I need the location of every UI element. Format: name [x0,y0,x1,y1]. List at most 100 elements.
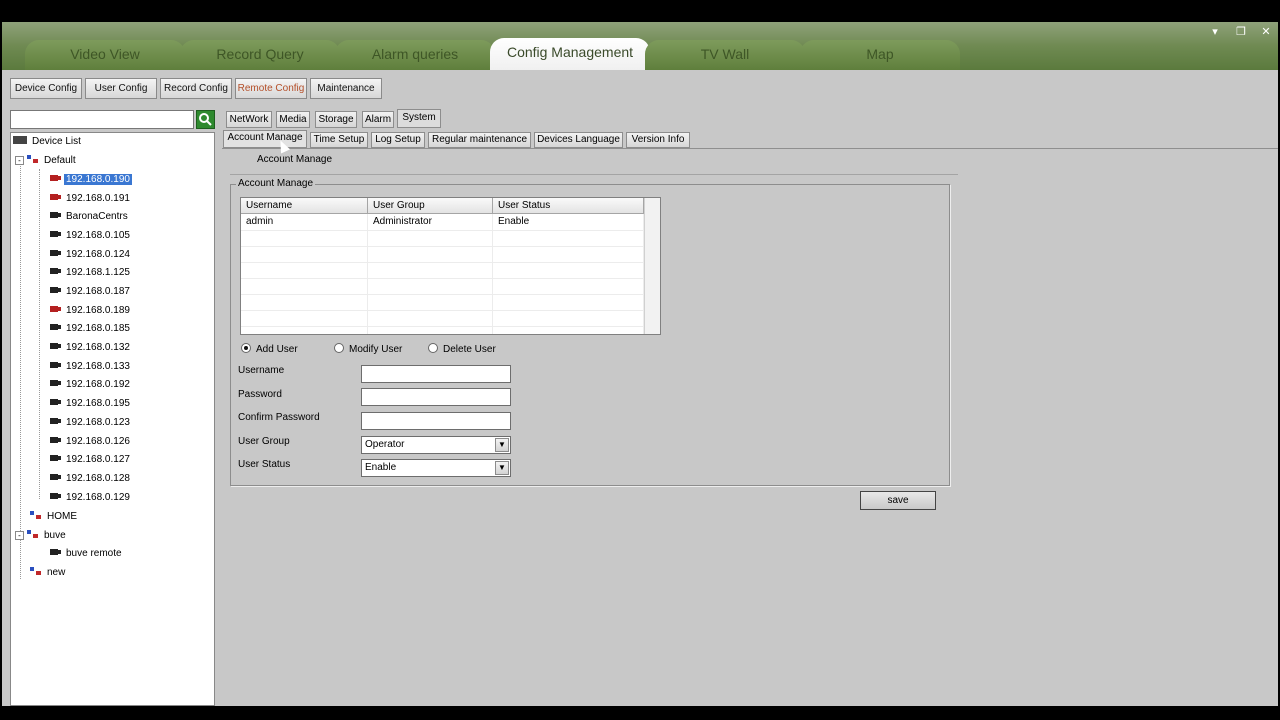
tab-storage[interactable]: Storage [315,111,357,128]
tab-network[interactable]: NetWork [226,111,272,128]
camera-icon [49,341,61,351]
tab-tv-wall[interactable]: TV Wall [645,40,805,70]
password-field[interactable] [361,388,511,406]
radio-icon[interactable] [428,343,438,353]
tree-device[interactable]: 192.168.0.185 [49,320,132,338]
camera-icon [49,435,61,445]
tab-version-info[interactable]: Version Info [626,132,690,148]
tree-device[interactable]: 192.168.0.128 [49,470,132,488]
row-divider [241,326,660,327]
user-config-button[interactable]: User Config [85,78,157,99]
tree-device[interactable]: 192.168.0.192 [49,376,132,394]
modify-user-radio[interactable]: Modify User [334,343,402,355]
tree-device[interactable]: BaronaCentrs [49,208,130,226]
row-divider [241,246,660,247]
tree-device[interactable]: 192.168.0.190 [49,171,132,189]
user-status-select[interactable]: Enable ▼ [361,459,511,477]
column-header-username[interactable]: Username [241,198,368,214]
camera-icon [49,266,61,276]
tree-device[interactable]: 192.168.0.105 [49,227,132,245]
confirm-password-field[interactable] [361,412,511,430]
tree-device[interactable]: 192.168.0.187 [49,283,132,301]
tree-device[interactable]: 192.168.0.123 [49,414,132,432]
menu-icon[interactable]: ▾ [1206,24,1224,40]
delete-user-radio[interactable]: Delete User [428,343,496,355]
search-icon [199,113,212,126]
top-border [0,0,1280,22]
tree-device[interactable]: 192.168.0.195 [49,395,132,413]
collapse-icon[interactable]: - [15,531,24,540]
tab-time-setup[interactable]: Time Setup [310,132,368,148]
save-button[interactable]: save [860,491,936,510]
group-icon [30,510,42,520]
username-label: Username [238,365,285,376]
camera-icon [49,360,61,370]
record-config-button[interactable]: Record Config [160,78,232,99]
cell-user-group[interactable]: Administrator [368,214,432,230]
app-window: ▾ ❐ ✕ Video View Record Query Alarm quer… [0,0,1280,720]
tree-device[interactable]: 192.168.0.189 [49,302,132,320]
user-table[interactable]: Username User Group User Status admin Ad… [240,197,661,335]
camera-icon [49,491,61,501]
username-field[interactable] [361,365,511,383]
tree-device[interactable]: 192.168.0.133 [49,358,132,376]
user-group-select[interactable]: Operator ▼ [361,436,511,454]
radio-selected-icon[interactable] [241,343,251,353]
tab-system[interactable]: System [397,109,441,128]
row-divider [241,294,660,295]
maintenance-button[interactable]: Maintenance [310,78,382,99]
close-icon[interactable]: ✕ [1257,24,1275,40]
tab-alarm-queries[interactable]: Alarm queries [335,40,495,70]
table-scrollbar[interactable] [644,198,660,334]
tab-devices-language[interactable]: Devices Language [534,132,623,148]
tree-group-home[interactable]: HOME [30,508,79,526]
tree-device[interactable]: 192.168.1.125 [49,264,132,282]
tree-group-buve[interactable]: - buve [15,527,68,545]
restore-icon[interactable]: ❐ [1232,24,1250,40]
add-user-radio[interactable]: Add User [241,343,298,355]
tree-group-default[interactable]: - Default [15,152,78,170]
tab-account-manage[interactable]: Account Manage [223,130,307,148]
tab-config-management[interactable]: Config Management [490,38,650,70]
camera-icon [49,229,61,239]
device-config-button[interactable]: Device Config [10,78,82,99]
group-icon [27,529,39,539]
tab-video-view[interactable]: Video View [25,40,185,70]
collapse-icon[interactable]: - [15,156,24,165]
tab-record-query[interactable]: Record Query [180,40,340,70]
camera-icon [49,322,61,332]
cell-username[interactable]: admin [241,214,273,230]
user-group-value: Operator [365,439,405,450]
column-divider [367,214,368,334]
tree-root[interactable]: Device List [13,133,83,151]
radio-icon[interactable] [334,343,344,353]
tab-regular-maintenance[interactable]: Regular maintenance [428,132,531,148]
tab-media[interactable]: Media [276,111,310,128]
column-header-user-status[interactable]: User Status [493,198,644,214]
section-divider [230,174,958,175]
tree-device[interactable]: 192.168.0.129 [49,489,132,507]
tab-log-setup[interactable]: Log Setup [371,132,425,148]
user-group-label: User Group [238,436,290,447]
tree-line [20,159,21,579]
tree-device[interactable]: buve remote [49,545,124,563]
chevron-down-icon[interactable]: ▼ [495,461,509,475]
search-button[interactable] [196,110,215,129]
column-header-user-group[interactable]: User Group [368,198,493,214]
camera-icon [49,304,61,314]
row-divider [241,262,660,263]
remote-config-button[interactable]: Remote Config [235,78,307,99]
cell-user-status[interactable]: Enable [493,214,529,230]
tree-device[interactable]: 192.168.0.191 [49,190,132,208]
camera-icon [49,173,61,183]
tab-map[interactable]: Map [800,40,960,70]
tree-group-new[interactable]: new [30,564,67,582]
tree-device[interactable]: 192.168.0.127 [49,451,132,469]
device-search-input[interactable] [10,110,194,129]
chevron-down-icon[interactable]: ▼ [495,438,509,452]
tab-alarm[interactable]: Alarm [362,111,394,128]
tree-device[interactable]: 192.168.0.132 [49,339,132,357]
tree-device[interactable]: 192.168.0.126 [49,433,132,451]
tree-device[interactable]: 192.168.0.124 [49,246,132,264]
device-tree[interactable]: Device List - Default 192.168.0.190 192.1… [10,132,215,706]
